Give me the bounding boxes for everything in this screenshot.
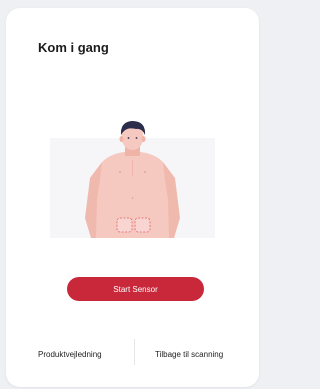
start-card: Kom i gang Start Sensor Produktvejlednin… [6, 8, 259, 387]
left-nipple [119, 171, 121, 173]
right-ear [141, 136, 146, 142]
left-eye [127, 137, 130, 139]
start-sensor-button[interactable]: Start Sensor [67, 277, 204, 301]
product-guide-link[interactable]: Produktvejledning [38, 350, 102, 359]
sensor-area-right [134, 217, 151, 233]
page-title: Kom i gang [38, 40, 109, 55]
back-to-scanning-link[interactable]: Tilbage til scanning [155, 350, 223, 359]
sensor-placement-illustration [50, 121, 215, 238]
footer-divider [134, 339, 135, 365]
sensor-area-left [116, 217, 133, 233]
right-nipple [144, 171, 146, 173]
left-ear [119, 136, 124, 142]
navel [131, 197, 134, 199]
right-eye [135, 137, 138, 139]
